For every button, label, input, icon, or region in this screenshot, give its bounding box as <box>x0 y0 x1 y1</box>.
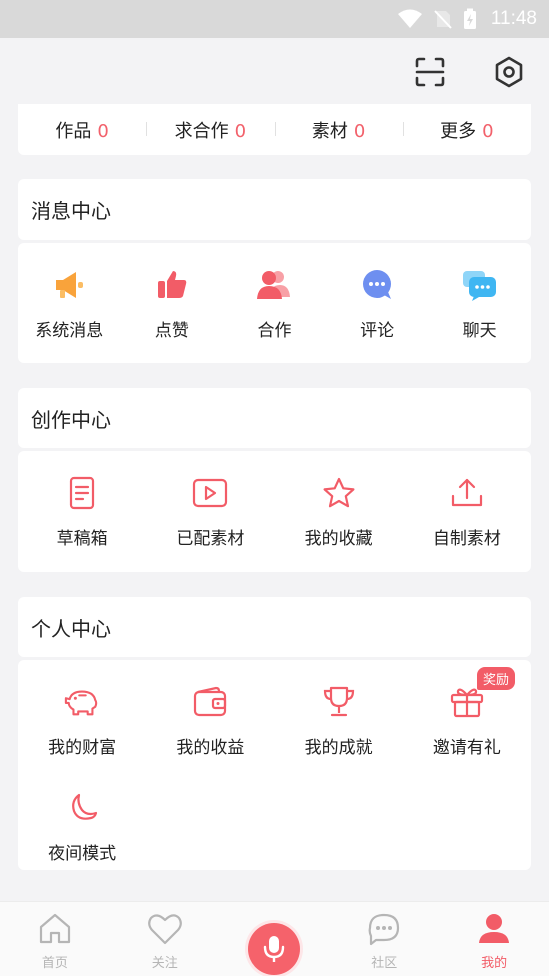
status-bar: 11:48 <box>0 0 549 38</box>
menu-label: 草稿箱 <box>56 529 108 549</box>
stat-value: 0 <box>353 120 366 142</box>
menu-label: 点赞 <box>154 321 189 341</box>
menu-night-mode[interactable]: 夜间模式 <box>18 766 146 872</box>
menu-invite-rewards[interactable]: 奖励 邀请有礼 <box>403 660 531 766</box>
bottom-tab-bar: 首页 关注 社区 我的 <box>0 901 549 976</box>
menu-label: 自制素材 <box>432 529 501 549</box>
stat-value: 0 <box>97 120 109 142</box>
menu-label: 我的收益 <box>176 738 245 758</box>
record-button[interactable] <box>248 923 301 975</box>
message-center-header: 消息中心 <box>18 179 531 240</box>
menu-chat[interactable]: 聊天 <box>428 243 531 341</box>
battery-charging-icon <box>463 8 476 29</box>
tab-home[interactable]: 首页 <box>0 902 110 976</box>
tab-record[interactable] <box>220 902 330 976</box>
menu-label: 我的财富 <box>48 738 117 758</box>
thumbs-up-icon <box>154 267 190 303</box>
wallet-icon <box>192 684 228 720</box>
comment-icon <box>359 267 395 303</box>
stat-value: 0 <box>482 120 494 142</box>
menu-label: 聊天 <box>462 321 497 341</box>
tab-community[interactable]: 社区 <box>329 902 439 976</box>
stat-value: 0 <box>234 120 247 142</box>
tab-follow[interactable]: 关注 <box>110 902 220 976</box>
video-icon <box>192 475 228 511</box>
menu-label: 我的收藏 <box>304 529 373 549</box>
menu-my-wealth[interactable]: 我的财富 <box>18 660 146 766</box>
wifi-icon <box>397 9 422 28</box>
status-time: 11:48 <box>490 8 537 29</box>
section-title: 消息中心 <box>31 199 111 223</box>
menu-matched-materials[interactable]: 已配素材 <box>146 451 274 557</box>
menu-my-achievements[interactable]: 我的成就 <box>275 660 403 766</box>
profile-icon <box>479 914 510 943</box>
home-icon <box>39 913 70 944</box>
menu-self-made-materials[interactable]: 自制素材 <box>403 451 531 557</box>
top-bar <box>0 38 549 104</box>
menu-favorites[interactable]: 我的收藏 <box>275 451 403 557</box>
users-icon <box>256 267 292 303</box>
section-title: 个人中心 <box>31 617 111 641</box>
menu-label: 邀请有礼 <box>432 738 501 758</box>
chat-icon <box>462 267 498 303</box>
menu-comments[interactable]: 评论 <box>326 243 429 341</box>
menu-likes[interactable]: 点赞 <box>121 243 224 341</box>
section-title: 创作中心 <box>31 408 111 432</box>
tab-label: 社区 <box>371 956 398 971</box>
menu-label: 评论 <box>360 321 395 341</box>
menu-label: 我的成就 <box>304 738 373 758</box>
personal-center-body: 我的财富 我的收益 我的成就 奖励 邀请有礼 夜间模式 <box>18 660 531 870</box>
microphone-icon <box>264 936 285 962</box>
tab-label: 关注 <box>151 956 178 971</box>
piggy-bank-icon <box>64 684 100 720</box>
personal-center-header: 个人中心 <box>18 597 531 657</box>
upload-icon <box>449 475 485 511</box>
stat-more[interactable]: 更多 0 <box>402 117 531 143</box>
stat-label: 求合作 <box>174 120 229 142</box>
no-sim-icon <box>434 10 452 29</box>
scan-icon[interactable] <box>414 56 446 88</box>
reward-badge: 奖励 <box>476 667 515 690</box>
menu-label: 已配素材 <box>176 529 245 549</box>
draft-icon <box>64 475 100 511</box>
moon-icon <box>64 790 100 826</box>
menu-label: 夜间模式 <box>48 844 117 864</box>
menu-label: 合作 <box>257 321 292 341</box>
stat-label: 作品 <box>55 120 92 142</box>
tab-label: 首页 <box>41 956 68 971</box>
star-icon <box>321 475 357 511</box>
stat-label: 素材 <box>311 120 348 142</box>
menu-label: 系统消息 <box>35 321 104 341</box>
settings-icon[interactable] <box>493 56 525 88</box>
stat-label: 更多 <box>440 120 477 142</box>
stat-cooperation[interactable]: 求合作 0 <box>146 117 274 143</box>
community-icon <box>368 913 400 946</box>
tab-label: 我的 <box>481 956 508 971</box>
creation-center-body: 草稿箱 已配素材 我的收藏 自制素材 <box>18 451 531 572</box>
stat-materials[interactable]: 素材 0 <box>274 117 403 143</box>
menu-cooperation[interactable]: 合作 <box>223 243 326 341</box>
stats-card: 作品 0 求合作 0 素材 0 更多 0 <box>18 104 531 155</box>
menu-drafts[interactable]: 草稿箱 <box>18 451 146 557</box>
trophy-icon <box>321 684 357 720</box>
heart-icon <box>147 914 182 945</box>
message-center-body: 系统消息 点赞 合作 评论 聊天 <box>18 243 531 363</box>
stat-works[interactable]: 作品 0 <box>18 117 146 143</box>
tab-mine[interactable]: 我的 <box>439 902 549 976</box>
creation-center-header: 创作中心 <box>18 388 531 448</box>
menu-system-messages[interactable]: 系统消息 <box>18 243 121 341</box>
megaphone-icon <box>51 267 87 303</box>
menu-my-earnings[interactable]: 我的收益 <box>146 660 274 766</box>
